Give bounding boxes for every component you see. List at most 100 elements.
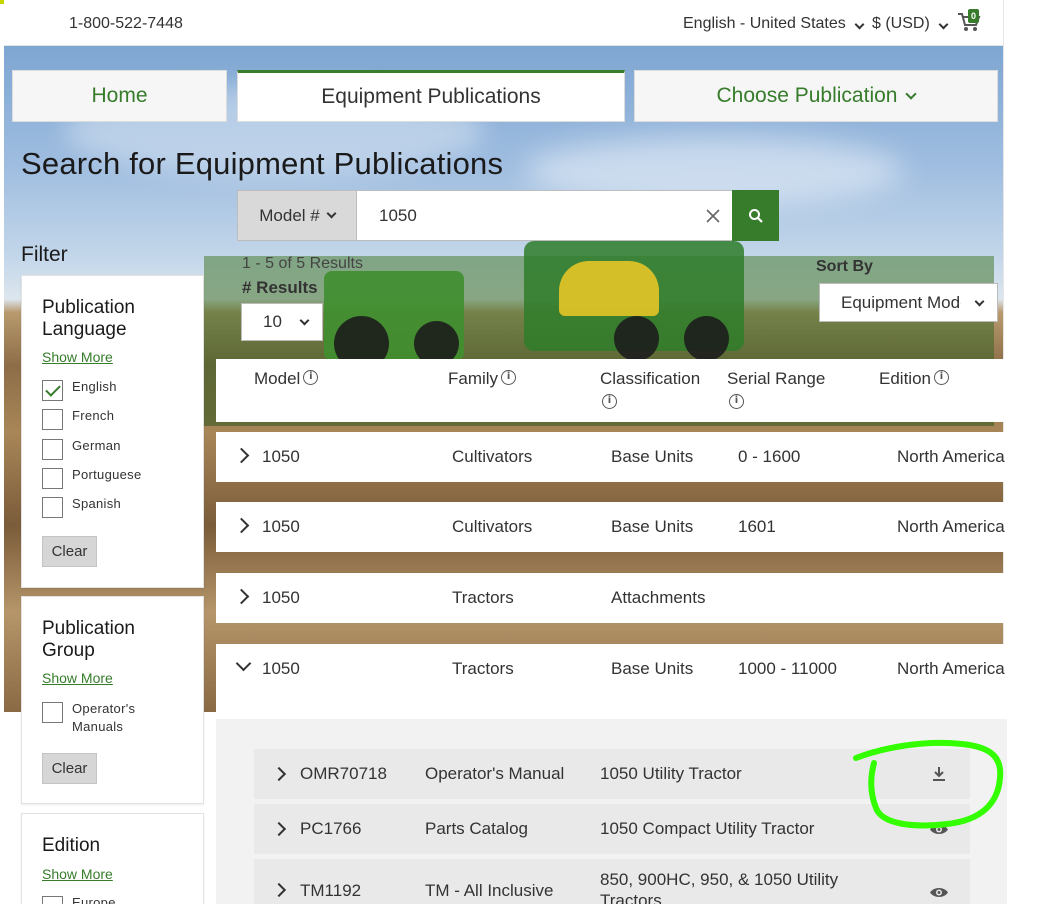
- cell-family: Cultivators: [452, 447, 533, 466]
- publication-code: TM1192: [300, 881, 362, 900]
- column-header-serial-range[interactable]: Serial Range i: [727, 367, 837, 415]
- filter-option-label: Operator's Manuals: [72, 701, 136, 734]
- publication-type: Operator's Manual: [425, 764, 565, 783]
- chevron-down-icon[interactable]: [235, 655, 252, 672]
- cell-family: Tractors: [452, 588, 514, 607]
- results-per-page-label: # Results: [242, 278, 318, 297]
- tab-choose-publication[interactable]: Choose Publication: [634, 70, 998, 122]
- utility-bar: 1-800-522-7448 English - United States $…: [4, 0, 1003, 46]
- column-header-family[interactable]: Family i: [448, 367, 517, 391]
- filter-option-label: English: [72, 379, 117, 394]
- search-bar: Model #: [237, 190, 779, 241]
- column-header-model[interactable]: Model i: [254, 367, 319, 391]
- annotation-highlight-circle: [853, 739, 1004, 829]
- checkbox-checked[interactable]: [42, 380, 63, 401]
- search-button[interactable]: [732, 190, 779, 241]
- sort-by-label: Sort By: [816, 258, 873, 275]
- publication-type: Parts Catalog: [425, 819, 528, 838]
- cell-classification: Base Units: [611, 447, 694, 466]
- show-more-link[interactable]: Show More: [42, 866, 113, 882]
- results-table-header: Model i Family i Classification i Serial Ra…: [216, 359, 1007, 422]
- cell-classification: Attachments: [611, 588, 706, 607]
- filter-option-french[interactable]: French: [42, 408, 115, 430]
- page-right-margin: [1003, 0, 1057, 904]
- search-input[interactable]: [357, 190, 694, 241]
- column-header-label: Classification: [600, 369, 701, 388]
- info-icon[interactable]: i: [729, 394, 744, 410]
- tab-home-label: Home: [91, 84, 148, 107]
- chevron-right-icon[interactable]: [271, 882, 287, 898]
- filter-card-publication-group: Publication Group Show More Operator's M…: [21, 596, 204, 804]
- checkbox[interactable]: [42, 409, 63, 430]
- view-icon[interactable]: [929, 886, 949, 899]
- table-row-expanded[interactable]: 1050 Tractors Base Units 1000 - 11000 No…: [216, 644, 1007, 720]
- column-header-label: Serial Range: [727, 369, 826, 388]
- publication-title: 1050 Utility Tractor: [600, 764, 742, 783]
- chevron-right-icon[interactable]: [271, 821, 287, 837]
- info-icon[interactable]: i: [303, 370, 319, 386]
- cell-serial-range: 0 - 1600: [738, 447, 801, 466]
- column-header-classification[interactable]: Classification i: [600, 367, 710, 415]
- table-row[interactable]: 1050 Tractors Attachments: [216, 573, 1007, 623]
- show-more-link[interactable]: Show More: [42, 670, 113, 686]
- column-header-edition[interactable]: Edition i: [879, 367, 949, 391]
- sort-by-select[interactable]: Equipment Model: [819, 283, 998, 322]
- filter-option-label: French: [72, 408, 115, 423]
- chevron-down-icon: [854, 19, 865, 30]
- chevron-right-icon[interactable]: [233, 447, 250, 464]
- phone-number[interactable]: 1-800-522-7448: [69, 15, 183, 33]
- chevron-down-icon: [326, 208, 337, 218]
- cell-model: 1050: [262, 588, 300, 607]
- currency-selector[interactable]: $ (USD): [872, 15, 949, 33]
- currency-selector-label: $ (USD): [872, 15, 930, 32]
- cell-edition: North America: [897, 447, 1005, 466]
- filter-option-spanish[interactable]: Spanish: [42, 496, 121, 518]
- filter-option-portuguese[interactable]: Portuguese: [42, 467, 142, 489]
- info-icon[interactable]: i: [933, 370, 949, 386]
- sort-by-value: Equipment Model: [841, 292, 961, 312]
- cell-model: 1050: [262, 517, 300, 536]
- clear-search-button[interactable]: [694, 190, 732, 241]
- results-per-page-select[interactable]: 10: [241, 303, 323, 341]
- publication-type: TM - All Inclusive: [425, 881, 554, 900]
- tab-choose-publication-label: Choose Publication: [716, 84, 898, 107]
- language-selector[interactable]: English - United States: [683, 15, 865, 33]
- chevron-down-icon: [299, 315, 310, 326]
- chevron-right-icon[interactable]: [233, 588, 250, 605]
- language-selector-label: English - United States: [683, 15, 846, 32]
- filter-option-english[interactable]: English: [42, 379, 117, 401]
- publication-title: 1050 Compact Utility Tractor: [600, 819, 815, 838]
- checkbox[interactable]: [42, 468, 63, 489]
- checkbox[interactable]: [42, 896, 63, 904]
- show-more-link[interactable]: Show More: [42, 349, 113, 365]
- tab-equipment-publications-label: Equipment Publications: [321, 85, 541, 108]
- checkbox[interactable]: [42, 439, 63, 460]
- info-icon[interactable]: i: [602, 394, 617, 410]
- clear-filter-button[interactable]: Clear: [42, 536, 97, 567]
- publication-code: PC1766: [300, 819, 362, 838]
- search-type-dropdown[interactable]: Model #: [237, 190, 357, 241]
- filter-option-operators-manuals[interactable]: Operator's Manuals: [42, 701, 162, 736]
- cell-family: Tractors: [452, 659, 514, 678]
- publication-row[interactable]: TM1192 TM - All Inclusive 850, 900HC, 95…: [254, 859, 970, 904]
- tab-equipment-publications[interactable]: Equipment Publications: [237, 70, 625, 122]
- filter-option-europe[interactable]: Europe: [42, 895, 116, 904]
- cell-classification: Base Units: [611, 517, 694, 536]
- table-row[interactable]: 1050 Cultivators Base Units 1601 North A…: [216, 502, 1007, 552]
- cell-model: 1050: [262, 447, 300, 466]
- page-title: Search for Equipment Publications: [21, 146, 504, 181]
- clear-filter-button[interactable]: Clear: [42, 753, 97, 784]
- cell-family: Cultivators: [452, 517, 533, 536]
- filter-option-label: Portuguese: [72, 467, 142, 482]
- chevron-right-icon[interactable]: [271, 766, 287, 782]
- filter-option-german[interactable]: German: [42, 438, 121, 460]
- results-per-page-value: 10: [263, 312, 282, 331]
- chevron-right-icon[interactable]: [233, 517, 250, 534]
- checkbox[interactable]: [42, 497, 63, 518]
- info-icon[interactable]: i: [501, 370, 517, 386]
- tab-home[interactable]: Home: [12, 70, 227, 122]
- checkbox[interactable]: [42, 702, 63, 723]
- table-row[interactable]: 1050 Cultivators Base Units 0 - 1600 Nor…: [216, 432, 1007, 482]
- cell-classification: Base Units: [611, 659, 694, 678]
- search-icon: [748, 208, 763, 223]
